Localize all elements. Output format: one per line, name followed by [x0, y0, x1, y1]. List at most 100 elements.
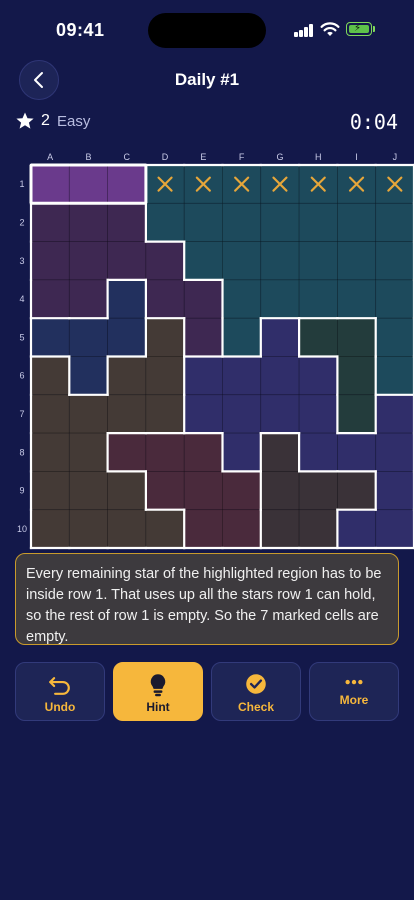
grid-cell[interactable]	[145, 432, 185, 472]
timer: 0:04	[349, 110, 398, 134]
grid-cell[interactable]	[107, 202, 147, 242]
grid-cell[interactable]	[68, 394, 109, 434]
grid-cell[interactable]	[260, 509, 300, 549]
grid-cell[interactable]	[68, 470, 109, 511]
grid-cell[interactable]	[145, 509, 185, 549]
grid-cell[interactable]	[30, 279, 70, 319]
grid-cell[interactable]	[107, 394, 147, 434]
grid-cell[interactable]	[260, 202, 300, 242]
grid-cell[interactable]	[68, 241, 109, 281]
grid-cell[interactable]	[260, 279, 300, 319]
grid-cell[interactable]	[145, 241, 185, 281]
grid-cell[interactable]	[107, 279, 147, 319]
grid-cell[interactable]	[183, 432, 223, 472]
grid-cell[interactable]	[68, 202, 109, 242]
grid-cell[interactable]	[375, 470, 414, 511]
grid-cell[interactable]	[260, 241, 300, 281]
grid-cell[interactable]	[298, 432, 338, 472]
grid-cell[interactable]	[336, 241, 377, 281]
grid-cell[interactable]	[145, 279, 185, 319]
grid-cell[interactable]	[222, 317, 262, 357]
undo-button[interactable]: Undo	[15, 662, 105, 721]
grid-cell[interactable]	[336, 279, 377, 319]
grid-cell[interactable]	[375, 509, 414, 549]
grid-cell[interactable]	[336, 432, 377, 472]
grid-cell[interactable]	[183, 317, 223, 357]
grid-cell[interactable]	[30, 164, 70, 204]
grid-cell[interactable]	[222, 470, 262, 511]
grid-cell[interactable]	[336, 317, 377, 357]
grid-cell[interactable]	[107, 509, 147, 549]
grid-cell[interactable]	[145, 356, 185, 396]
grid-cell[interactable]	[183, 470, 223, 511]
grid-cell[interactable]	[183, 279, 223, 319]
grid-cell[interactable]	[68, 164, 109, 204]
grid-cell[interactable]	[107, 317, 147, 357]
grid-cell[interactable]	[30, 317, 70, 357]
grid-cell[interactable]	[107, 432, 147, 472]
grid-cell[interactable]	[375, 432, 414, 472]
grid-cell[interactable]	[222, 202, 262, 242]
grid-cell[interactable]	[298, 202, 338, 242]
grid-cell[interactable]	[375, 279, 414, 319]
grid-cell[interactable]	[30, 470, 70, 511]
grid-cell[interactable]	[298, 509, 338, 549]
grid-cell[interactable]	[30, 394, 70, 434]
hint-button[interactable]: Hint	[113, 662, 203, 721]
grid-cell[interactable]	[145, 202, 185, 242]
grid-cell[interactable]	[183, 509, 223, 549]
grid-cell[interactable]	[68, 432, 109, 472]
grid-cell[interactable]	[145, 317, 185, 357]
grid-cell[interactable]	[107, 241, 147, 281]
grid-cell[interactable]	[30, 202, 70, 242]
grid-cell[interactable]	[222, 394, 262, 434]
grid-cell[interactable]	[336, 356, 377, 396]
grid-cell[interactable]	[336, 202, 377, 242]
grid-cell[interactable]	[260, 356, 300, 396]
grid-cell[interactable]	[375, 241, 414, 281]
puzzle-grid[interactable]: A B C D E F G H I J 1 2 3 4 5 6 7 8 9 10	[0, 145, 414, 555]
grid-cell[interactable]	[222, 509, 262, 549]
check-button[interactable]: Check	[211, 662, 301, 721]
difficulty-label: Easy	[57, 113, 91, 130]
grid-cell[interactable]	[222, 356, 262, 396]
grid-cell[interactable]	[222, 279, 262, 319]
grid-cell[interactable]	[183, 241, 223, 281]
more-button[interactable]: More	[309, 662, 399, 721]
grid-cell[interactable]	[183, 356, 223, 396]
grid-cell[interactable]	[260, 317, 300, 357]
grid-cell[interactable]	[107, 164, 147, 204]
grid-cell[interactable]	[145, 470, 185, 511]
grid-cell[interactable]	[298, 470, 338, 511]
grid-cell[interactable]	[336, 394, 377, 434]
grid-cell[interactable]	[336, 470, 377, 511]
grid-cell[interactable]	[298, 317, 338, 357]
grid-cell[interactable]	[222, 432, 262, 472]
grid-cell[interactable]	[30, 241, 70, 281]
grid-cell[interactable]	[298, 394, 338, 434]
grid-cell[interactable]	[298, 279, 338, 319]
grid-cell[interactable]	[298, 356, 338, 396]
grid-cell[interactable]	[68, 279, 109, 319]
grid-cell[interactable]	[30, 356, 70, 396]
grid-cell[interactable]	[183, 394, 223, 434]
grid-cell[interactable]	[260, 432, 300, 472]
grid-cell[interactable]	[68, 317, 109, 357]
grid-cell[interactable]	[260, 394, 300, 434]
grid-cell[interactable]	[30, 509, 70, 549]
grid-cell[interactable]	[107, 470, 147, 511]
grid-cell[interactable]	[375, 394, 414, 434]
grid-cell[interactable]	[68, 356, 109, 396]
grid-cell[interactable]	[107, 356, 147, 396]
grid-cell[interactable]	[30, 432, 70, 472]
grid-cell[interactable]	[336, 509, 377, 549]
grid-cell[interactable]	[375, 202, 414, 242]
grid-cell[interactable]	[375, 356, 414, 396]
grid-cell[interactable]	[222, 241, 262, 281]
grid-cell[interactable]	[68, 509, 109, 549]
grid-cell[interactable]	[298, 241, 338, 281]
grid-cell[interactable]	[145, 394, 185, 434]
grid-cell[interactable]	[183, 202, 223, 242]
grid-cell[interactable]	[260, 470, 300, 511]
grid-cell[interactable]	[375, 317, 414, 357]
